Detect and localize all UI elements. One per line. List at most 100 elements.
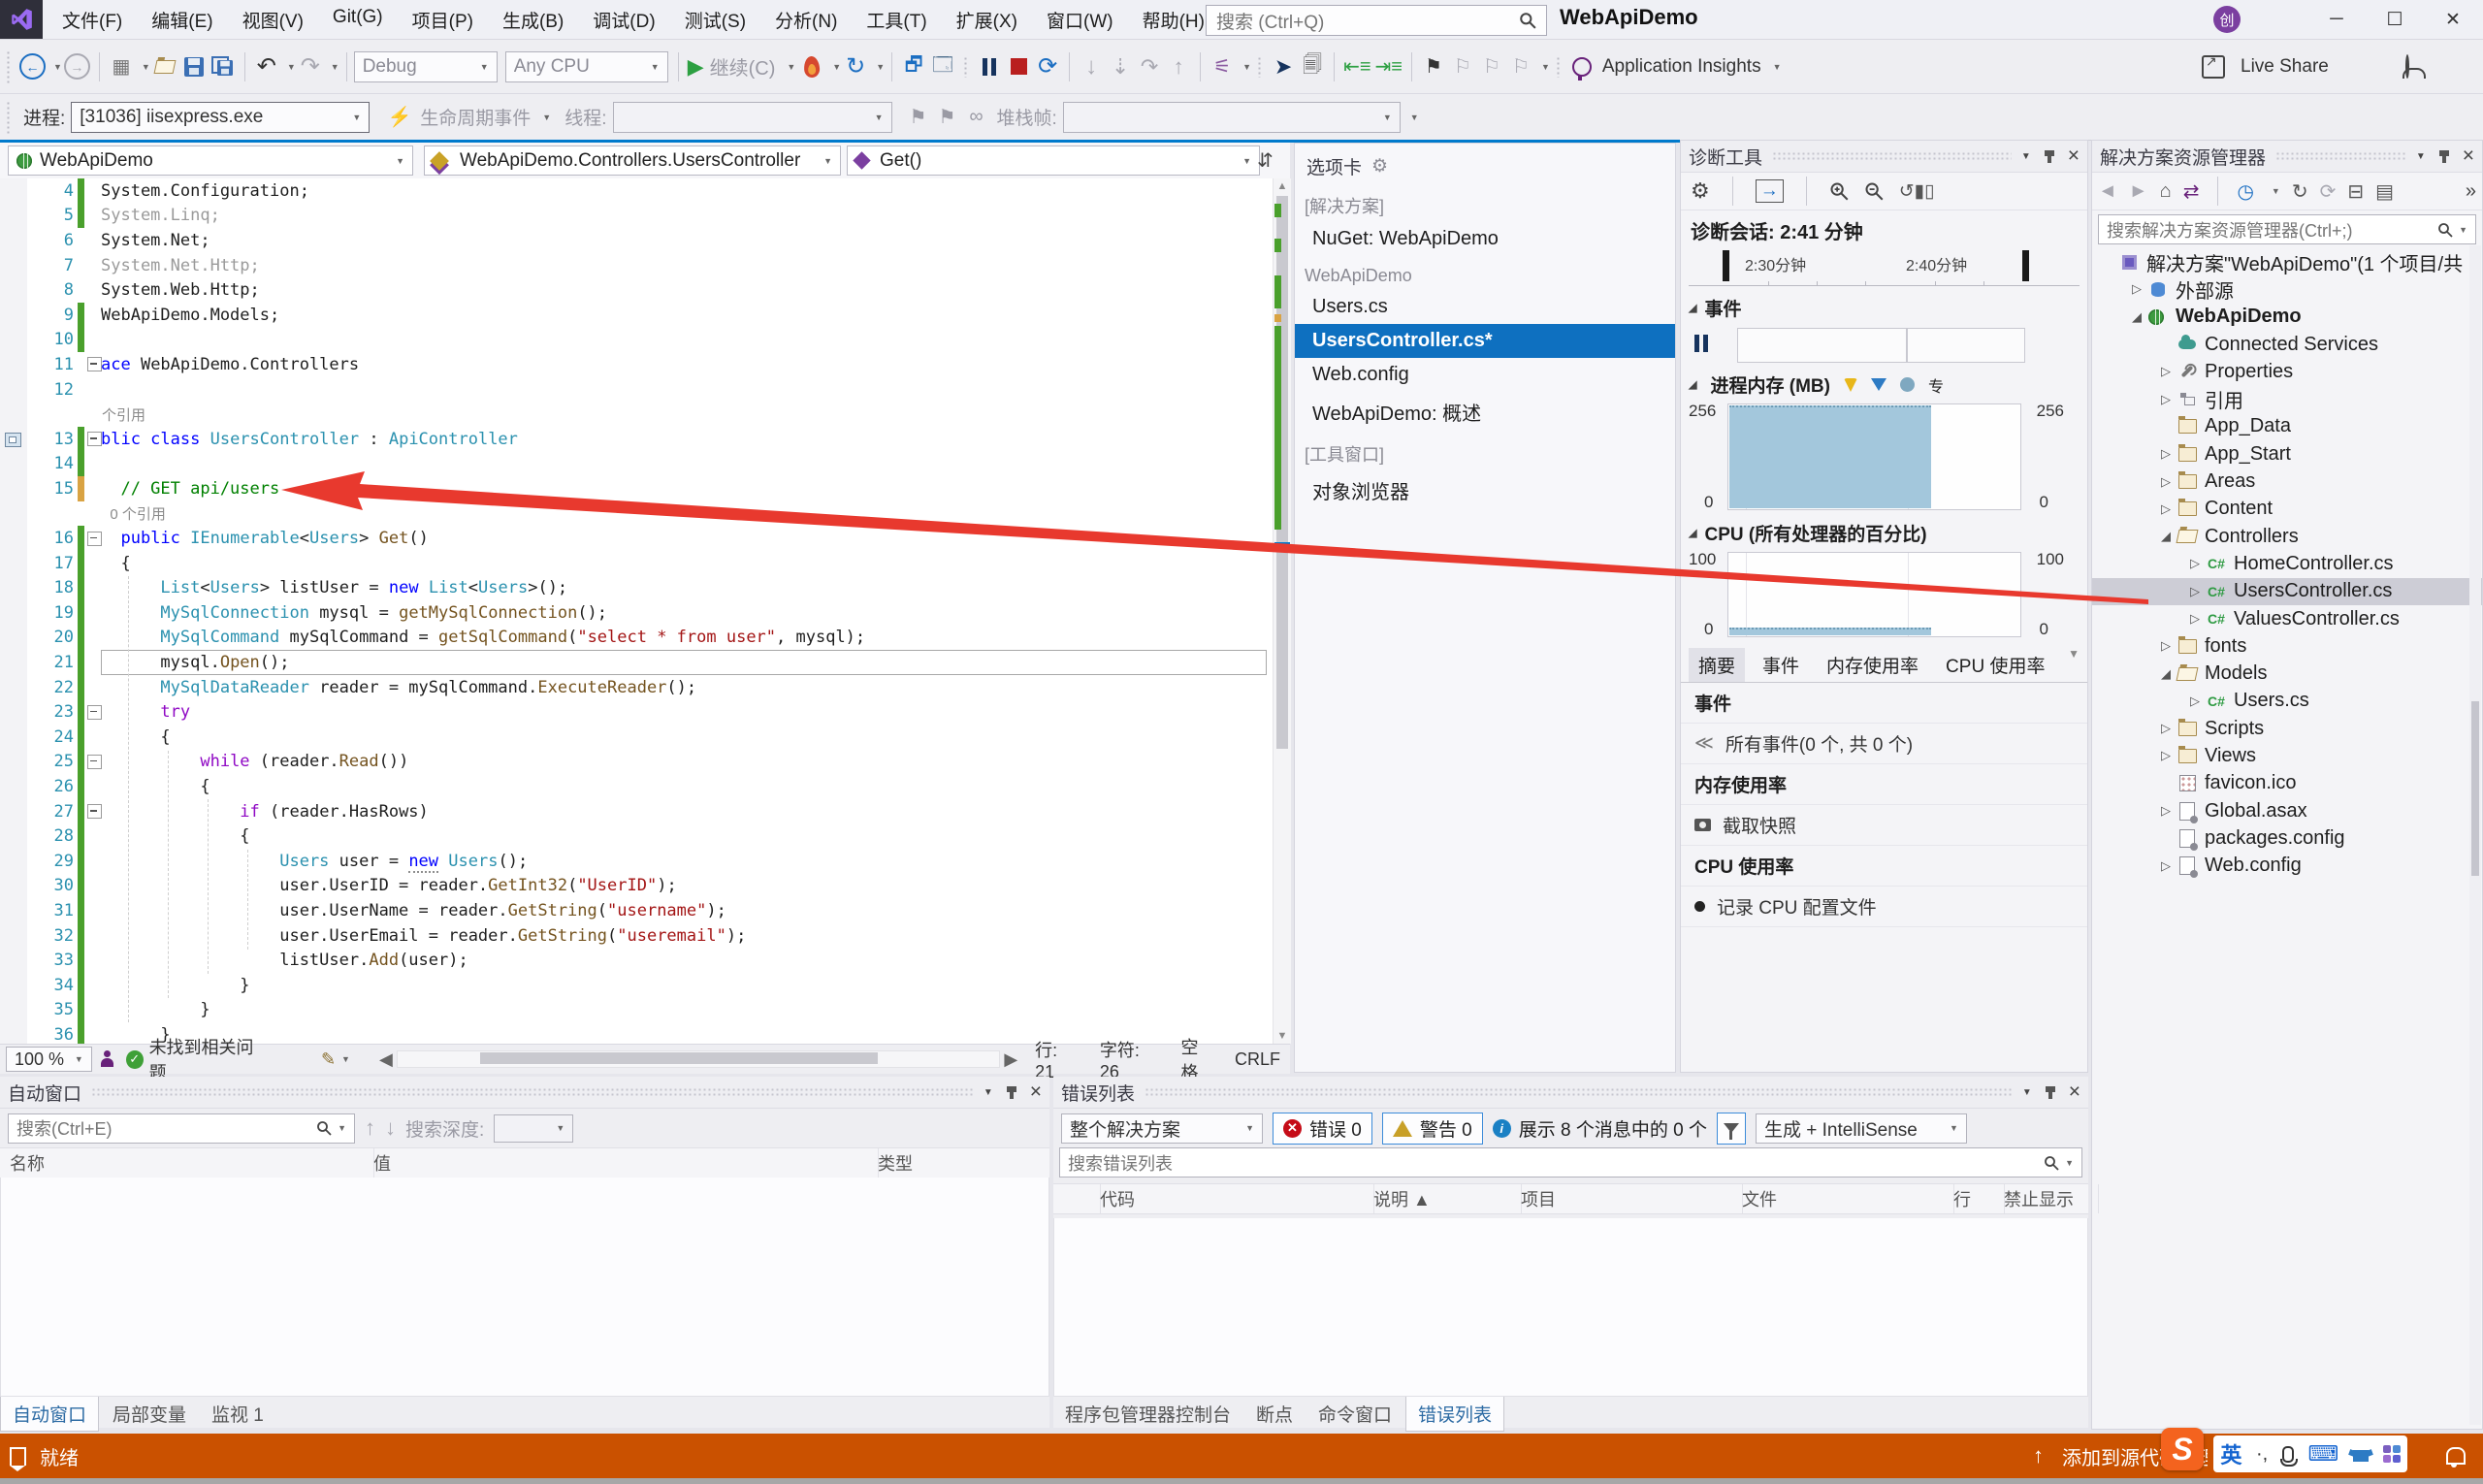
breakpoint-margin[interactable] — [0, 973, 27, 998]
code-line[interactable]: 23 try — [0, 699, 1273, 725]
code-line[interactable]: 34 } — [0, 973, 1273, 998]
code-line[interactable]: 12 — [0, 377, 1273, 403]
tree-item-外部源[interactable]: ▷外部源 — [2092, 275, 2482, 303]
pin-icon[interactable] — [2442, 150, 2446, 163]
code-line[interactable]: 11ace WebApiDemo.Controllers — [0, 352, 1273, 377]
breakpoint-margin[interactable] — [0, 849, 27, 874]
breakpoint-margin[interactable] — [0, 352, 27, 377]
menu-item-9[interactable]: 工具(T) — [860, 4, 932, 36]
breakpoint-margin[interactable] — [0, 998, 27, 1023]
autos-tab-2[interactable]: 监视 1 — [200, 1397, 275, 1431]
code-line[interactable]: 4System.Configuration; — [0, 178, 1273, 204]
menu-item-6[interactable]: 调试(D) — [587, 4, 661, 36]
step-over-icon[interactable]: ↷ — [1137, 52, 1162, 81]
skin-icon[interactable] — [2353, 1450, 2369, 1462]
breakpoint-margin[interactable] — [0, 427, 27, 452]
menu-item-8[interactable]: 分析(N) — [769, 4, 843, 36]
tree-item-favicon-ico[interactable]: favicon.ico — [2092, 770, 2482, 797]
collapsed-arrow-icon[interactable]: ▷ — [2156, 446, 2176, 462]
tree-item-global-asax[interactable]: ▷Global.asax — [2092, 797, 2482, 824]
home-icon[interactable]: ⌂ — [2160, 180, 2172, 203]
error-source-select[interactable]: 生成 + IntelliSense▼ — [1756, 1113, 1967, 1144]
tree-item-connected-services[interactable]: Connected Services — [2092, 331, 2482, 358]
collapsed-arrow-icon[interactable]: ▷ — [2156, 803, 2176, 819]
continue-button[interactable]: ▶继续(C)▼ — [688, 52, 796, 81]
diagnostics-tab-1[interactable]: 事件 — [1753, 648, 1809, 682]
autos-tab-1[interactable]: 局部变量 — [101, 1397, 198, 1431]
breakpoint-margin[interactable] — [0, 923, 27, 949]
show-next-statement-icon[interactable]: ↓ — [1079, 52, 1104, 81]
add-user-icon[interactable] — [2405, 56, 2409, 78]
menu-item-4[interactable]: 项目(P) — [406, 4, 479, 36]
step-out-icon[interactable]: ↑ — [1166, 52, 1191, 81]
error-column-6[interactable]: 禁止显示 — [1994, 1184, 2099, 1213]
document-tab-web-config[interactable]: Web.config — [1295, 358, 1675, 392]
tree-item-web-config[interactable]: ▷Web.config — [2092, 853, 2482, 880]
code-line[interactable]: 8System.Web.Http; — [0, 277, 1273, 303]
account-avatar[interactable]: 创 — [2213, 6, 2241, 33]
gear-icon[interactable]: ⚙ — [1371, 155, 1388, 177]
collapsed-arrow-icon[interactable]: ▷ — [2156, 474, 2176, 490]
search-up-icon[interactable]: ↑ — [365, 1115, 375, 1141]
open-folder-icon[interactable] — [152, 52, 177, 81]
flag-icon[interactable]: ⚑ — [935, 103, 960, 132]
save-all-icon[interactable] — [210, 52, 236, 81]
tree-item-解决方案-webapidemo-1-个项目-共-1-个[interactable]: 解决方案"WebApiDemo"(1 个项目/共 1 个 — [2092, 248, 2482, 275]
code-line[interactable]: 35 } — [0, 998, 1273, 1023]
menu-item-10[interactable]: 扩展(X) — [951, 4, 1023, 36]
breakpoint-margin[interactable] — [0, 501, 27, 527]
solution-configuration-select[interactable]: Debug▼ — [354, 51, 498, 82]
copy-document-icon[interactable]: 🗐 — [1300, 52, 1325, 81]
collapsed-arrow-icon[interactable]: ▷ — [2185, 584, 2205, 599]
hscroll-right-icon[interactable]: ▶ — [1004, 1049, 1017, 1070]
code-line[interactable]: 17 { — [0, 551, 1273, 576]
errorlist-tab-0[interactable]: 程序包管理器控制台 — [1053, 1397, 1242, 1431]
prev-bookmark-icon[interactable]: ⚐ — [1450, 52, 1475, 81]
tree-item-fonts[interactable]: ▷fonts — [2092, 632, 2482, 660]
tree-item-app-start[interactable]: ▷App_Start — [2092, 440, 2482, 468]
solution-search-input[interactable]: 搜索解决方案资源管理器(Ctrl+;) ▼ — [2098, 214, 2476, 244]
diagnostics-tab-2[interactable]: 内存使用率 — [1817, 648, 1928, 682]
collapse-icon[interactable] — [87, 755, 102, 769]
errors-filter-button[interactable]: ✕错误 0 — [1273, 1113, 1372, 1145]
next-bookmark-icon[interactable]: ⚐ — [1479, 52, 1504, 81]
zoom-level-select[interactable]: 100 %▼ — [6, 1047, 92, 1072]
code-line[interactable]: 20 MySqlCommand mySqlCommand = getSqlCom… — [0, 626, 1273, 651]
close-button[interactable]: ✕ — [2425, 0, 2481, 39]
refresh-icon[interactable]: ⟳ — [2320, 179, 2337, 204]
pause-events-icon[interactable] — [1694, 335, 1708, 352]
window-menu-icon[interactable]: ▼ — [2022, 1087, 2032, 1098]
memory-chart[interactable]: 256 0 256 0 — [1681, 402, 2087, 516]
navigate-back-icon[interactable]: ← — [19, 53, 46, 80]
sogou-ime-icon[interactable]: S — [2161, 1428, 2204, 1470]
tree-item-content[interactable]: ▷Content — [2092, 496, 2482, 523]
toolbar-grip[interactable] — [6, 50, 12, 83]
code-line[interactable]: 13blic class UsersController : ApiContro… — [0, 427, 1273, 452]
errorlist-tab-2[interactable]: 命令窗口 — [1306, 1397, 1403, 1431]
close-icon[interactable]: × — [2069, 1083, 2080, 1101]
collapsed-arrow-icon[interactable]: ▷ — [2127, 281, 2146, 297]
pin-icon[interactable] — [2048, 150, 2051, 163]
collapsed-arrow-icon[interactable]: ▷ — [2185, 556, 2205, 571]
pending-changes-filter-icon[interactable]: ◷ — [2237, 179, 2253, 204]
type-dropdown[interactable]: WebApiDemo.Controllers.UsersController▼ — [424, 145, 841, 176]
toggle-bookmark-icon[interactable]: ⚑ — [1421, 52, 1446, 81]
error-column-3[interactable]: 项目 — [1511, 1184, 1743, 1213]
code-map-icon[interactable]: ⚟ — [1209, 52, 1235, 81]
forward-icon[interactable]: ► — [2129, 180, 2148, 203]
breakpoint-margin[interactable] — [0, 600, 27, 626]
clear-bookmarks-icon[interactable]: ⚐ — [1508, 52, 1533, 81]
split-window-icon[interactable]: ⇵ — [1257, 148, 1274, 173]
close-icon[interactable]: × — [1030, 1083, 1042, 1101]
iis-express-icon[interactable]: 🗔 — [930, 52, 955, 81]
breakpoint-margin[interactable] — [0, 253, 27, 278]
ime-language-toggle[interactable]: 英 — [2220, 1438, 2241, 1469]
code-line[interactable]: 22 MySqlDataReader reader = mySqlCommand… — [0, 675, 1273, 700]
autos-column-1[interactable]: 值 — [364, 1148, 879, 1178]
codelens-row[interactable]: 个引用 — [0, 402, 1273, 427]
scrollbar-thumb[interactable] — [2471, 701, 2479, 876]
code-line[interactable]: 33 listUser.Add(user); — [0, 948, 1273, 973]
scroll-down-icon[interactable]: ▼ — [2068, 647, 2080, 661]
collapsed-arrow-icon[interactable]: ▷ — [2156, 721, 2176, 736]
solution-scrollbar[interactable] — [2469, 245, 2481, 1425]
